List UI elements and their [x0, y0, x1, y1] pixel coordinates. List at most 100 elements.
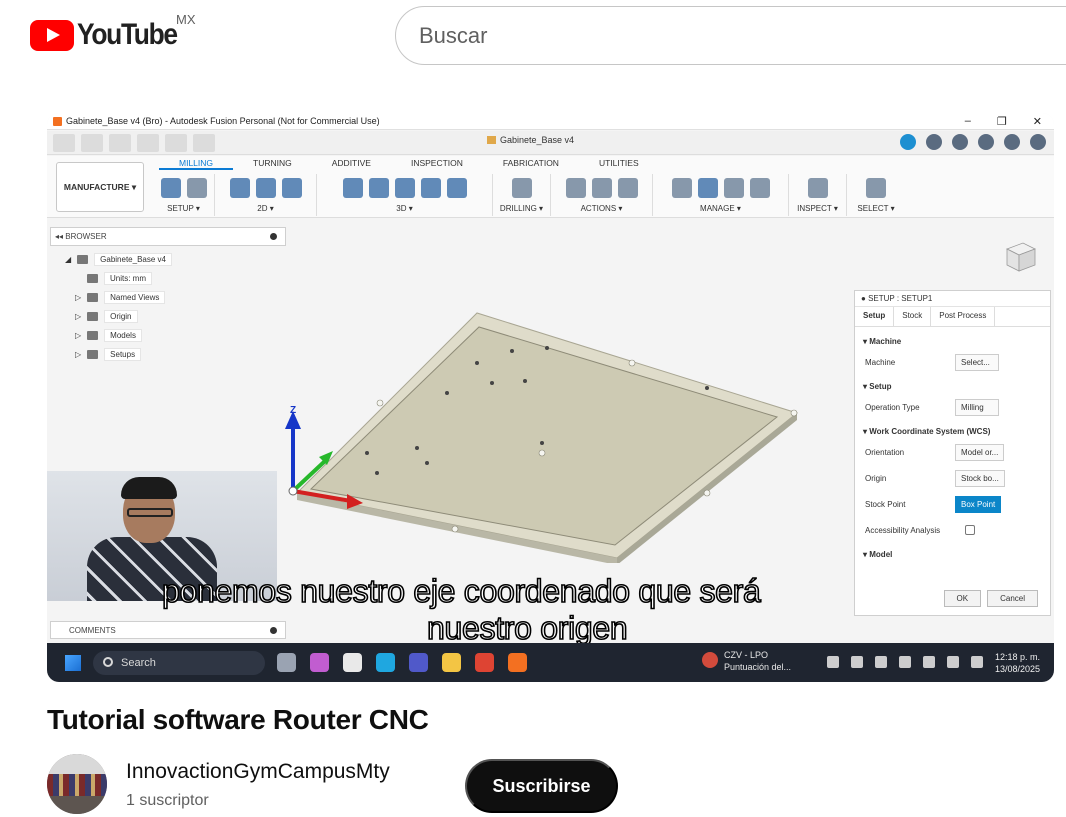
edge-icon — [376, 653, 395, 672]
tree-label-units: Units: mm — [104, 272, 152, 285]
tab-utilities: UTILITIES — [598, 158, 639, 168]
section-wcs-label: Work Coordinate System (WCS) — [869, 427, 991, 436]
tab-inspection: INSPECTION — [410, 158, 463, 168]
copilot-icon — [310, 653, 329, 672]
viewcube-icon — [1006, 242, 1036, 272]
tab-additive: ADDITIVE — [331, 158, 371, 168]
subscriber-count: 1 suscriptor — [126, 792, 209, 809]
wifi-icon — [923, 656, 935, 668]
grid-menu-icon — [53, 133, 75, 152]
tab-post-process: Post Process — [931, 307, 996, 326]
2d-face-icon — [281, 178, 302, 198]
fusion-logo-icon — [53, 116, 62, 126]
tab-fabrication: FABRICATION — [502, 158, 559, 168]
tab-milling: MILLING — [159, 158, 234, 170]
workspace-label: MANUFACTURE — [63, 182, 130, 192]
group-label-select: SELECT ▾ — [857, 204, 895, 213]
origin-label: Origin — [865, 473, 887, 483]
template-library-icon — [723, 178, 744, 198]
document-icon — [87, 274, 98, 283]
help-icon — [1004, 134, 1020, 150]
comments-panel: COMMENTS — [50, 621, 286, 639]
file-explorer-icon — [442, 653, 461, 672]
group-label-inspect: INSPECT ▾ — [797, 204, 838, 213]
microphone-icon — [875, 656, 887, 668]
clock-icon — [952, 134, 968, 150]
widget-icon — [702, 652, 718, 668]
group-label-setup: SETUP ▾ — [167, 204, 200, 213]
fusion-document-tab: Gabinete_Base v4 — [487, 135, 574, 145]
clock-time: 12:18 p. m. — [994, 652, 1040, 662]
channel-name-link[interactable]: InnovactionGymCampusMty — [126, 760, 390, 784]
section-model: ▾ Model — [863, 550, 893, 559]
tool-library-icon — [671, 178, 692, 198]
simulate-icon — [565, 178, 586, 198]
browser-title: BROWSER — [65, 232, 107, 241]
operation-type-label: Operation Type — [865, 402, 920, 412]
setup-dialog-header: ● SETUP : SETUP1 — [855, 291, 1050, 307]
youtube-logo[interactable]: YouTube — [30, 18, 190, 52]
windows-start-icon — [65, 655, 81, 671]
row-operation-type: Operation Type Milling — [855, 391, 1050, 417]
tree-label-models: Models — [104, 329, 142, 342]
tree-label-named-views: Named Views — [104, 291, 166, 304]
row-accessibility: Accessibility Analysis — [855, 514, 1050, 540]
group-actions: ACTIONS ▾ — [551, 174, 653, 216]
2d-pocket-icon — [229, 178, 250, 198]
widget-title: CZV - LPO — [724, 650, 769, 660]
system-tray — [827, 656, 983, 668]
video-player[interactable]: Gabinete_Base v4 (Bro) - Autodesk Fusion… — [47, 113, 1054, 682]
accessibility-checkbox — [965, 525, 975, 535]
setup-dialog-tabs: Setup Stock Post Process — [855, 307, 1050, 327]
setup-dialog: ● SETUP : SETUP1 Setup Stock Post Proces… — [854, 290, 1051, 616]
subtitle-line-1: ponemos nuestro eje coordenado que será — [161, 572, 761, 610]
axis-triad — [285, 411, 363, 509]
group-manage: MANAGE ▾ — [653, 174, 789, 216]
fusion-app-icon — [508, 653, 527, 672]
network-icon — [851, 656, 863, 668]
bell-icon — [978, 134, 994, 150]
eye-icon — [77, 255, 89, 264]
avatar-bg-mid — [47, 774, 107, 796]
group-drilling: DRILLING ▾ — [493, 174, 551, 216]
user-avatar-icon — [1030, 134, 1046, 150]
row-stock-point: Stock Point Box Point — [855, 488, 1050, 514]
section-wcs: ▾ Work Coordinate System (WCS) — [863, 427, 991, 436]
minimize-icon: – — [964, 115, 971, 127]
chevron-up-icon — [827, 656, 839, 668]
adaptive-icon — [342, 178, 363, 198]
browser-tree: ◢ Gabinete_Base v4 Units: mm ▷ Named Vie… — [65, 250, 172, 364]
folder-icon — [87, 312, 99, 321]
browser-pin-icon — [270, 233, 277, 240]
machine-library-icon — [697, 178, 718, 198]
search-input[interactable]: Buscar — [395, 6, 1066, 65]
tree-item-origin: ▷ Origin — [65, 307, 172, 326]
post-process-icon — [591, 178, 612, 198]
video-title: Tutorial software Router CNC — [47, 704, 429, 735]
subscribe-button[interactable]: Suscribirse — [465, 759, 618, 813]
windows-taskbar: Search CZV - LPO Puntuación del... 12:18… — [47, 643, 1054, 682]
store-icon — [343, 653, 362, 672]
widget-subtitle: Puntuación del... — [724, 662, 792, 672]
model-icon — [87, 331, 99, 340]
fusion-account-icons — [900, 134, 1046, 150]
channel-avatar[interactable] — [47, 754, 107, 814]
setup-sheet-icon — [617, 178, 638, 198]
presenter-glasses — [127, 508, 173, 517]
window-controls: – ❐ ✕ — [965, 115, 1042, 128]
comments-pin-icon — [270, 627, 277, 634]
tree-label-origin: Origin — [104, 310, 138, 323]
tree-item-models: ▷ Models — [65, 326, 172, 345]
volume-icon — [947, 656, 959, 668]
origin-dropdown: Stock bo... — [955, 469, 1005, 487]
youtube-play-icon — [30, 19, 74, 51]
redo-icon — [165, 133, 187, 152]
tree-item-units: Units: mm — [65, 269, 172, 288]
tree-item-named-views: ▷ Named Views — [65, 288, 172, 307]
tab-turning: TURNING — [253, 158, 292, 168]
sync-icon — [926, 134, 942, 150]
teams-icon — [409, 653, 428, 672]
section-machine: ▾ Machine — [863, 337, 902, 346]
fusion-title-bar: Gabinete_Base v4 (Bro) - Autodesk Fusion… — [47, 113, 1054, 130]
country-code: MX — [176, 12, 196, 27]
